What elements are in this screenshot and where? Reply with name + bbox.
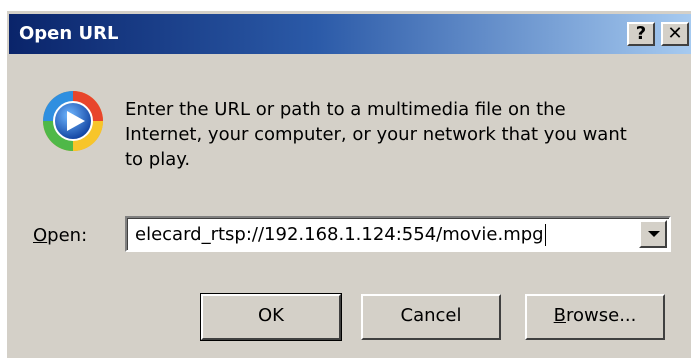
instruction-text: Enter the URL or path to a multimedia fi… <box>125 99 627 170</box>
chevron-down-icon <box>648 231 660 237</box>
dropdown-button[interactable] <box>639 220 667 248</box>
open-label-mnemonic: O <box>33 225 48 246</box>
text-caret <box>544 224 546 246</box>
browse-label-rest: rowse... <box>566 305 637 326</box>
windows-media-player-icon <box>43 91 103 151</box>
help-icon: ? <box>635 23 647 44</box>
open-url-dialog: Open URL ? ✕ Enter the URL or path to a … <box>6 10 691 358</box>
browse-mnemonic: B <box>553 305 566 326</box>
title-bar[interactable]: Open URL ? ✕ <box>9 14 691 54</box>
dialog-title: Open URL <box>19 23 119 44</box>
browse-button[interactable]: Browse... <box>525 294 665 340</box>
close-button[interactable]: ✕ <box>661 22 689 46</box>
help-button[interactable]: ? <box>627 22 655 46</box>
ok-button[interactable]: OK <box>200 293 342 341</box>
url-input[interactable]: elecard_rtsp://192.168.1.124:554/movie.m… <box>135 222 629 248</box>
url-input-value: elecard_rtsp://192.168.1.124:554/movie.m… <box>135 224 544 245</box>
open-label-rest: pen: <box>47 225 88 246</box>
url-combobox[interactable]: elecard_rtsp://192.168.1.124:554/movie.m… <box>125 216 671 252</box>
cancel-button[interactable]: Cancel <box>361 294 501 340</box>
close-icon: ✕ <box>667 23 683 44</box>
open-label: Open: <box>33 225 87 246</box>
